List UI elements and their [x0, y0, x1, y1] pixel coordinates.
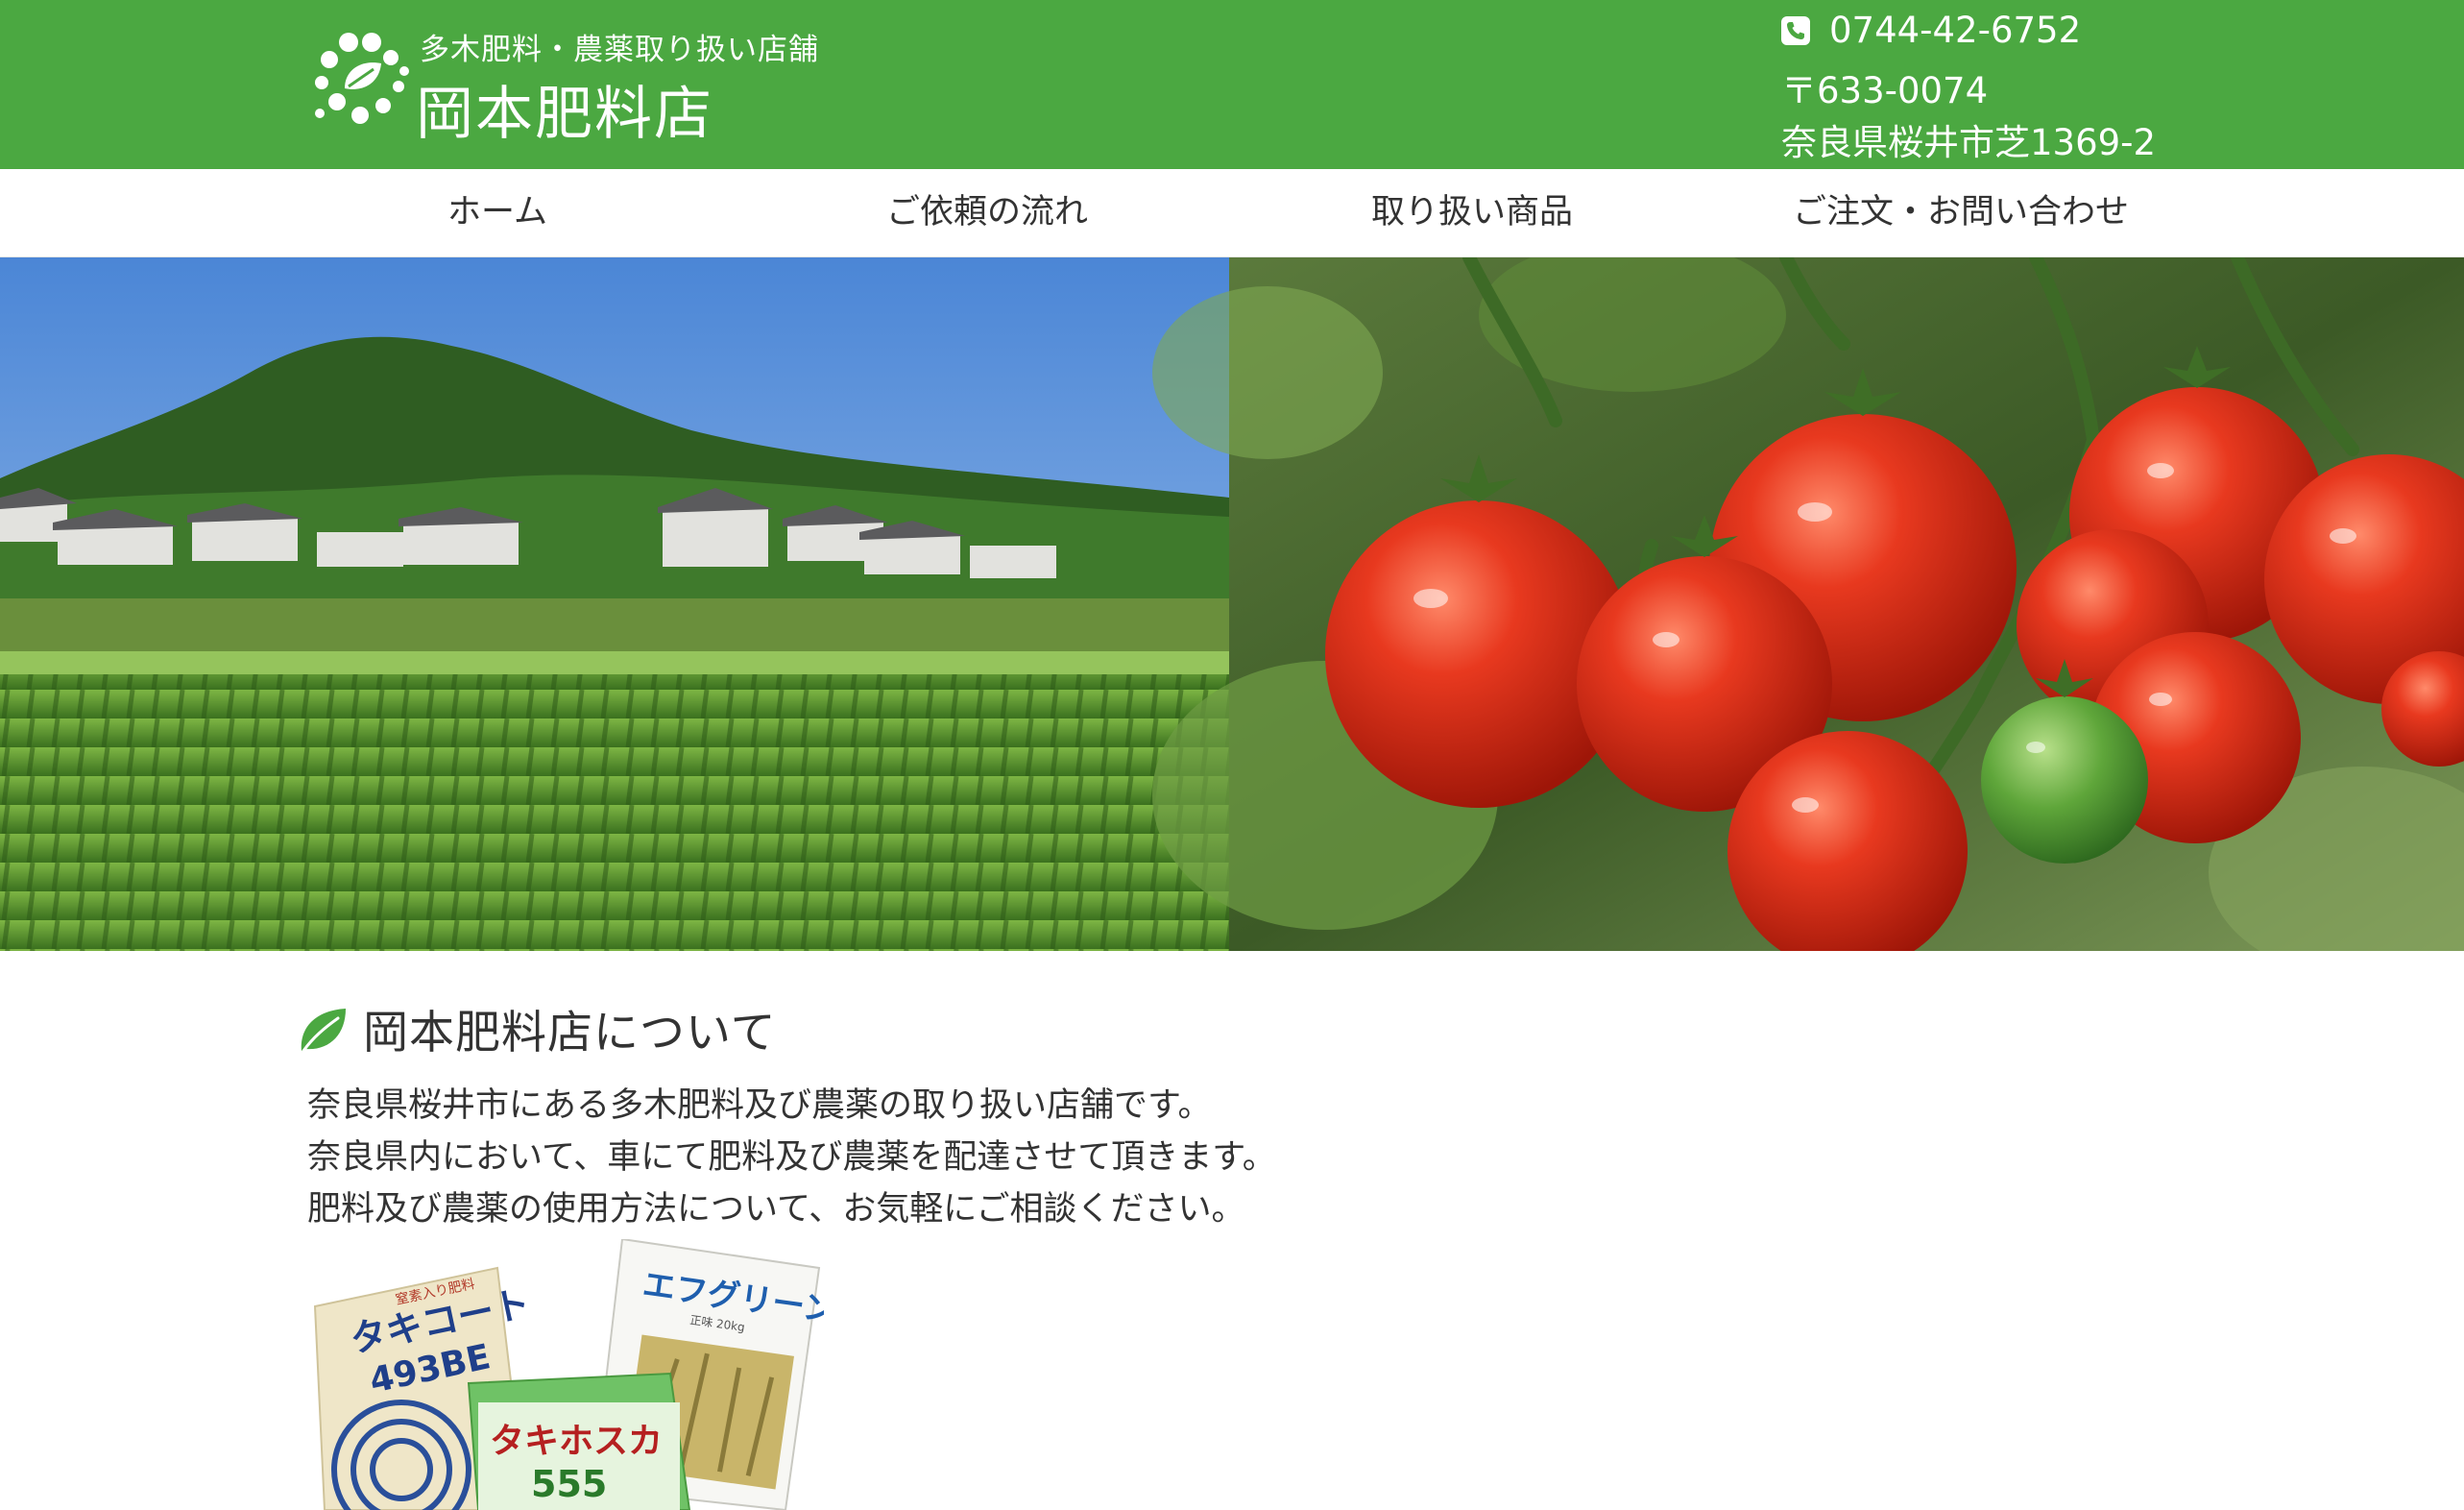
logo-mark-icon: [315, 33, 409, 124]
contact-info: 0744-42-6752 〒633-0074 奈良県桜井市芝1369-2: [1781, 6, 2185, 164]
logo-title: 岡本肥料店: [416, 81, 713, 148]
main-nav: ホーム ご依頼の流れ 取り扱い商品 ご注文・お問い合わせ: [0, 169, 2464, 258]
leaf-icon: [301, 1009, 346, 1053]
nav-item-products[interactable]: 取り扱い商品: [1328, 169, 1616, 256]
tomatoes-photo: [1152, 257, 2464, 951]
site-logo[interactable]: 多木肥料・農薬取り扱い店舗 岡本肥料店: [312, 23, 850, 148]
hero-images: [0, 257, 2464, 951]
bag-takihosuka: タキホスカ 555: [467, 1372, 691, 1510]
about-description: 奈良県桜井市にある多木肥料及び農薬の取り扱い店舗です。 奈良県内において、車にて…: [307, 1080, 1460, 1235]
about-heading-text: 岡本肥料店について: [363, 1007, 777, 1059]
nav-item-flow[interactable]: ご依頼の流れ: [843, 169, 1131, 256]
postal-code: 〒633-0074: [1781, 70, 1989, 111]
phone-row[interactable]: 0744-42-6752: [1781, 10, 2081, 51]
about-line-1: 奈良県桜井市にある多木肥料及び農薬の取り扱い店舗です。: [307, 1086, 1212, 1125]
phone-number: 0744-42-6752: [1829, 10, 2082, 51]
fertilizer-bags-image: 窒素入り肥料 タキコート 493BE エフグリーン 正味 20kg タキホスカ …: [305, 1239, 824, 1510]
about-line-3: 肥料及び農薬の使用方法について、お気軽にご相談ください。: [307, 1190, 1245, 1229]
nav-item-contact[interactable]: ご注文・お問い合わせ: [1769, 169, 2153, 256]
address: 奈良県桜井市芝1369-2: [1781, 122, 2157, 163]
phone-icon: [1781, 16, 1810, 45]
nav-item-home[interactable]: ホーム: [401, 169, 593, 256]
bag3-label: タキホスカ: [490, 1422, 663, 1461]
rice-field-photo: [0, 257, 1229, 951]
logo-subtitle: 多木肥料・農薬取り扱い店舗: [420, 33, 819, 67]
site-header: 多木肥料・農薬取り扱い店舗 岡本肥料店 0744-42-6752 〒633-00…: [0, 0, 2464, 169]
about-line-2: 奈良県内において、車にて肥料及び農薬を配達させて頂きます。: [307, 1138, 1276, 1177]
bag3-code: 555: [531, 1463, 607, 1505]
